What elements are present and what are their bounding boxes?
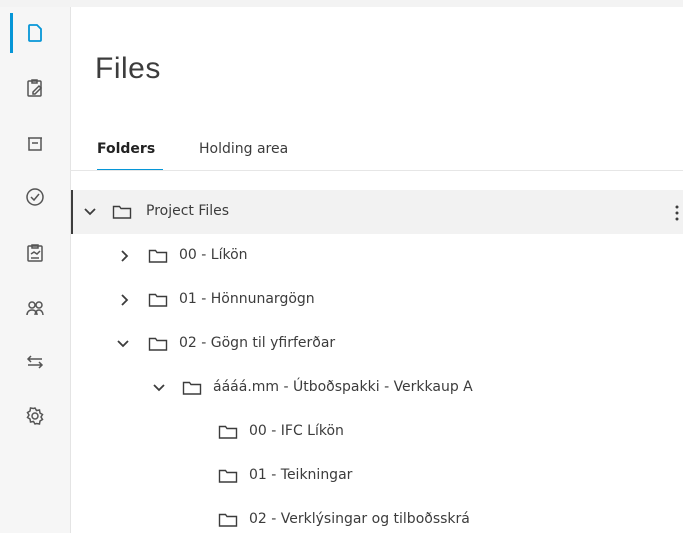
folder-icon (218, 469, 238, 483)
chevron-right-icon[interactable] (118, 249, 132, 263)
archive-box-icon (28, 137, 42, 151)
tree-row-02-verklysingar[interactable]: 02 - Verklýsingar og tilboðsskrá (71, 498, 683, 542)
folder-icon (218, 425, 238, 439)
rail-reviews[interactable] (0, 177, 70, 217)
tree-row-00-likon[interactable]: 00 - Líkön (71, 234, 683, 278)
tree-row-01-teikningar[interactable]: 01 - Teikningar (71, 454, 683, 498)
chevron-down-icon[interactable] (116, 337, 130, 351)
rail-settings[interactable] (0, 396, 70, 436)
report-clipboard-icon (27, 244, 43, 262)
tree-item-label: 02 - Verklýsingar og tilboðsskrá (249, 511, 470, 527)
document-icon (28, 24, 42, 42)
rail-files[interactable] (0, 13, 70, 53)
folder-icon (218, 513, 238, 527)
tree-row-00-ifc-likon[interactable]: 00 - IFC Líkön (71, 410, 683, 454)
tree-row-02-gogn-til-yfirferdar[interactable]: 02 - Gögn til yfirferðar (71, 322, 683, 366)
rail-transmittals[interactable] (0, 342, 70, 382)
tree-item-label: 00 - Líkön (179, 247, 248, 263)
top-strip (0, 0, 683, 7)
more-options-icon[interactable] (675, 204, 679, 222)
folder-icon (148, 249, 168, 263)
check-circle-icon (26, 188, 44, 206)
tree-row-utbodspakki[interactable]: áááá.mm - Útboðspakki - Verkkaup A (71, 366, 683, 410)
tree-item-label: áááá.mm - Útboðspakki - Verkkaup A (213, 379, 473, 395)
tree-row-01-honnunargogn[interactable]: 01 - Hönnunargögn (71, 278, 683, 322)
chevron-down-icon[interactable] (83, 205, 97, 219)
chevron-right-icon[interactable] (118, 293, 132, 307)
page-title: Files (95, 52, 161, 85)
folder-icon (148, 337, 168, 351)
tab-folders[interactable]: Folders (97, 141, 155, 157)
rail-members[interactable] (0, 288, 70, 328)
members-icon (26, 301, 44, 316)
folder-icon (148, 293, 168, 307)
tree-row-project-files[interactable]: Project Files (71, 190, 683, 234)
chevron-down-icon[interactable] (152, 381, 166, 395)
tree-item-label: 02 - Gögn til yfirferðar (179, 335, 336, 351)
tab-holding-area[interactable]: Holding area (199, 141, 288, 157)
rail-forms[interactable] (0, 68, 70, 108)
folder-icon (182, 381, 202, 395)
settings-gear-icon (26, 407, 44, 425)
folder-icon (112, 205, 132, 219)
tree-item-label: 01 - Hönnunargögn (179, 291, 315, 307)
clipboard-edit-icon (27, 79, 43, 97)
tabs-divider (70, 170, 683, 171)
rail-submittals[interactable] (0, 124, 70, 164)
rail-reports[interactable] (0, 233, 70, 273)
transfer-arrows-icon (26, 355, 44, 369)
left-nav-rail (0, 7, 71, 533)
tree-item-label: 01 - Teikningar (249, 467, 353, 483)
tree-item-label: Project Files (146, 203, 230, 219)
tree-item-label: 00 - IFC Líkön (249, 423, 344, 439)
